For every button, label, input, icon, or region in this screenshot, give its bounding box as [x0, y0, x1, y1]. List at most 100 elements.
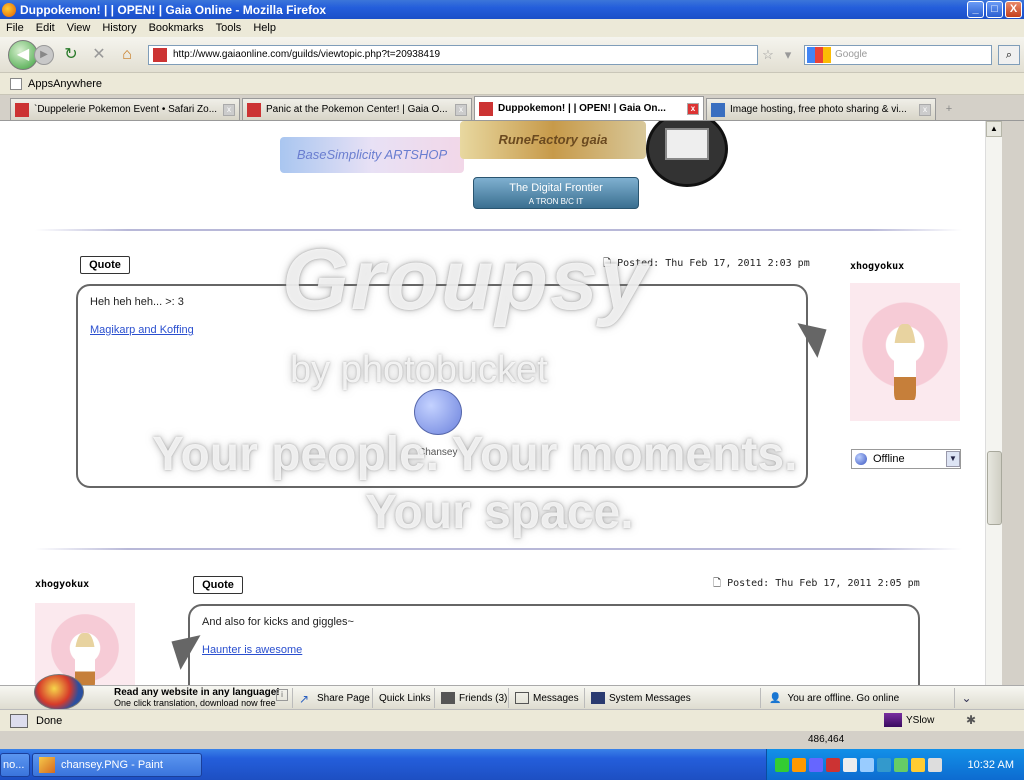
tab-duppokemon[interactable]: Duppokemon! | | OPEN! | Gaia On... x: [474, 96, 704, 120]
translate-promo[interactable]: Read any website in any language! One cl…: [114, 688, 280, 709]
share-icon: ↗: [299, 692, 310, 706]
messages-button[interactable]: Messages: [508, 688, 585, 708]
watermark-by: by photobucket: [290, 349, 548, 391]
quick-links-button[interactable]: Quick Links: [372, 688, 437, 708]
post-message: And also for kicks and giggles~: [202, 616, 354, 628]
window-title: Duppokemon! | | OPEN! | Gaia Online - Mo…: [20, 2, 327, 17]
url-dropdown-icon[interactable]: ▾: [778, 47, 798, 63]
tab-panic-pokemon-center[interactable]: Panic at the Pokemon Center! | Gaia O...…: [242, 98, 472, 120]
tab-close-icon[interactable]: x: [687, 102, 699, 115]
new-tab-icon[interactable]: +: [938, 98, 960, 120]
google-icon[interactable]: [807, 46, 831, 63]
scroll-up-icon[interactable]: ▲: [986, 121, 1002, 137]
bookmark-appsanywhere[interactable]: AppsAnywhere: [28, 78, 102, 90]
url-bar[interactable]: [148, 44, 758, 65]
tray-icon[interactable]: [775, 757, 789, 772]
yslow-icon: [884, 713, 902, 727]
minimize-button[interactable]: _: [967, 1, 984, 18]
search-icon[interactable]: ⌕: [998, 44, 1020, 65]
friends-button[interactable]: Friends (3): [434, 688, 513, 708]
tab-label: Image hosting, free photo sharing & vi..…: [730, 104, 907, 115]
tray-icon[interactable]: [928, 757, 942, 772]
menu-file[interactable]: File: [6, 22, 24, 34]
tray-icon[interactable]: [809, 757, 823, 772]
globe-icon[interactable]: [34, 674, 84, 710]
menu-tools[interactable]: Tools: [216, 22, 242, 34]
taskbar-clock[interactable]: 10:32 AM: [968, 759, 1014, 771]
status-icon: [855, 453, 867, 465]
tray-icon[interactable]: [860, 757, 874, 772]
banner-digital-frontier[interactable]: The Digital Frontier A TRON B/C IT: [473, 177, 639, 209]
vertical-scrollbar[interactable]: ▲: [985, 121, 1002, 685]
search-placeholder: Google: [835, 49, 868, 60]
yslow-button[interactable]: YSlow: [884, 713, 934, 727]
tab-label: Duppokemon! | | OPEN! | Gaia On...: [498, 103, 666, 114]
pokemon-badge-image[interactable]: [646, 121, 728, 187]
chevron-down-icon[interactable]: ⌄: [954, 688, 978, 708]
bookmark-star-icon[interactable]: ☆: [758, 47, 778, 63]
taskbar-item-paint[interactable]: chansey.PNG - Paint: [32, 752, 202, 777]
yslow-label: YSlow: [906, 714, 935, 726]
coordinates-readout: 486,464: [808, 734, 845, 745]
search-box[interactable]: Google: [804, 44, 992, 65]
status-text: Done: [36, 714, 63, 727]
maximize-button[interactable]: □: [986, 1, 1003, 18]
tab-duppelerie[interactable]: `Duppelerie Pokemon Event • Safari Zo...…: [10, 98, 240, 120]
share-page-button[interactable]: ↗ Share Page: [292, 688, 376, 708]
menu-help[interactable]: Help: [253, 22, 276, 34]
status-bar: Done YSlow ✱: [0, 709, 1024, 731]
reload-icon[interactable]: ↻: [60, 44, 82, 66]
volume-icon[interactable]: [843, 757, 857, 772]
tab-image-hosting[interactable]: Image hosting, free photo sharing & vi..…: [706, 98, 936, 120]
chevron-down-icon[interactable]: ▼: [946, 451, 960, 467]
tray-icon[interactable]: [894, 757, 908, 772]
window-edge: [1002, 121, 1024, 691]
home-icon[interactable]: ⌂: [116, 44, 138, 66]
menu-history[interactable]: History: [102, 22, 136, 34]
system-messages-icon: [591, 692, 605, 704]
forward-button[interactable]: ▶: [34, 44, 54, 65]
online-status-toggle[interactable]: 👤 You are offline. Go online: [760, 688, 950, 708]
tab-close-icon[interactable]: x: [455, 103, 467, 116]
post-username[interactable]: xhogyokux: [35, 579, 89, 590]
online-status-select[interactable]: Offline ▼: [851, 449, 961, 469]
scroll-thumb[interactable]: [987, 451, 1002, 525]
tray-icon[interactable]: [877, 757, 891, 772]
close-button[interactable]: X: [1005, 1, 1022, 18]
translate-title: Read any website in any language!: [114, 687, 280, 698]
url-input[interactable]: [173, 49, 757, 60]
tray-icon[interactable]: [826, 757, 840, 772]
avatar[interactable]: [850, 283, 960, 421]
tray-icon[interactable]: [792, 757, 806, 772]
banner-runefactory[interactable]: RuneFactory gaia: [460, 121, 646, 159]
banner-basesimplicity[interactable]: BaseSimplicity ARTSHOP: [280, 137, 464, 173]
tab-close-icon[interactable]: x: [223, 103, 235, 116]
avatar-figure: [894, 324, 916, 401]
menu-bookmarks[interactable]: Bookmarks: [149, 22, 204, 34]
tab-close-icon[interactable]: x: [919, 103, 931, 116]
avatar[interactable]: [35, 603, 135, 685]
menu-edit[interactable]: Edit: [36, 22, 55, 34]
share-label: Share Page: [317, 692, 370, 704]
tab-favicon-icon: [711, 102, 725, 117]
navigation-toolbar: ◀ ▶ ↻ ✕ ⌂ ☆ ▾ Google ⌕: [0, 37, 1024, 73]
quote-button[interactable]: Quote: [193, 576, 243, 594]
post-username[interactable]: xhogyokux: [850, 261, 904, 272]
stop-icon[interactable]: ✕: [88, 44, 110, 66]
info-icon[interactable]: i: [276, 689, 288, 701]
taskbar-item[interactable]: no...: [0, 752, 30, 777]
watermark-tagline-2: Your space.: [365, 486, 634, 539]
badge-screen: [665, 128, 709, 160]
post-link[interactable]: Haunter is awesome: [202, 644, 906, 656]
site-favicon-icon: [153, 47, 167, 62]
offline-label: You are offline. Go online: [787, 692, 900, 704]
resize-grip-icon[interactable]: ✱: [966, 713, 976, 727]
user-icon: 👤: [769, 692, 782, 704]
quote-button[interactable]: Quote: [80, 256, 130, 274]
menu-view[interactable]: View: [67, 22, 91, 34]
avatar-figure: [75, 633, 95, 685]
system-messages-button[interactable]: System Messages: [584, 688, 697, 708]
tab-favicon-icon: [15, 102, 29, 117]
tray-icon[interactable]: [911, 757, 925, 772]
tab-favicon-icon: [247, 102, 261, 117]
